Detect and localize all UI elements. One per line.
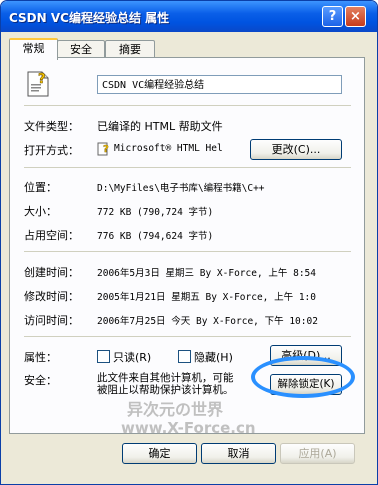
modified-label: 修改时间： — [24, 290, 79, 303]
close-button[interactable]: × — [345, 6, 366, 27]
created-value: 2006年5月3日 星期三 By X-Force, 上午 8:54 — [97, 268, 316, 279]
divider — [24, 336, 351, 337]
divider — [24, 167, 351, 168]
tab-general[interactable]: 常规 — [9, 38, 58, 60]
readonly-label[interactable]: 只读(R) — [113, 349, 151, 365]
size-on-disk-label: 占用空间： — [24, 229, 79, 242]
attributes-label: 属性： — [24, 351, 57, 364]
svg-text:?: ? — [103, 144, 109, 155]
size-on-disk-value: 776 KB (794,624 字节) — [97, 231, 214, 242]
cancel-button[interactable]: 取消 — [201, 443, 276, 464]
hidden-checkbox[interactable] — [178, 350, 191, 363]
tab-summary[interactable]: 摘要 — [105, 40, 155, 58]
file-type-value: 已编译的 HTML 帮助文件 — [97, 120, 223, 133]
ok-button[interactable]: 确定 — [122, 443, 197, 464]
divider — [24, 251, 351, 252]
tab-security[interactable]: 安全 — [57, 40, 105, 58]
security-warning-line2: 被阻止以帮助保护该计算机。 — [97, 384, 234, 396]
help-button[interactable]: ? — [322, 6, 343, 27]
title-bar[interactable]: CSDN VC编程经验总结 属性 ? × — [1, 1, 377, 32]
location-label: 位置： — [24, 181, 57, 194]
svg-text:?: ? — [38, 72, 46, 87]
size-label: 大小： — [24, 205, 57, 218]
security-label: 安全： — [24, 374, 57, 387]
file-type-label: 文件类型： — [24, 120, 79, 133]
change-button[interactable]: 更改(C)... — [250, 139, 342, 160]
watermark-title: 异次元の世界 — [127, 400, 224, 419]
help-viewer-icon: ? — [97, 142, 109, 156]
readonly-checkbox[interactable] — [97, 350, 110, 363]
created-label: 创建时间： — [24, 266, 79, 279]
help-file-icon: ? — [27, 71, 49, 97]
properties-window: CSDN VC编程经验总结 属性 ? × 常规 安全 摘要 ? CSDN VC编… — [0, 0, 378, 485]
opens-with-label: 打开方式： — [24, 144, 79, 157]
accessed-label: 访问时间： — [24, 314, 79, 327]
location-value: D:\MyFiles\电子书库\编程书籍\C++ — [97, 183, 265, 194]
divider — [24, 105, 351, 106]
accessed-value: 2006年7月25日 今天 By X-Force, 下午 10:02 — [97, 316, 318, 327]
hidden-label[interactable]: 隐藏(H) — [194, 349, 233, 365]
opens-with-value: Microsoft® HTML Hel — [114, 143, 223, 154]
size-value: 772 KB (790,724 字节) — [97, 207, 214, 218]
modified-value: 2005年1月21日 星期五 By X-Force, 上午 1:0 — [97, 292, 316, 303]
apply-button[interactable]: 应用(A) — [280, 443, 355, 464]
file-name-field[interactable]: CSDN VC编程经验总结 — [97, 75, 342, 94]
watermark-url: www.X-Force.cn — [121, 419, 256, 437]
highlight-circle — [251, 356, 355, 398]
window-title: CSDN VC编程经验总结 属性 — [9, 11, 170, 25]
